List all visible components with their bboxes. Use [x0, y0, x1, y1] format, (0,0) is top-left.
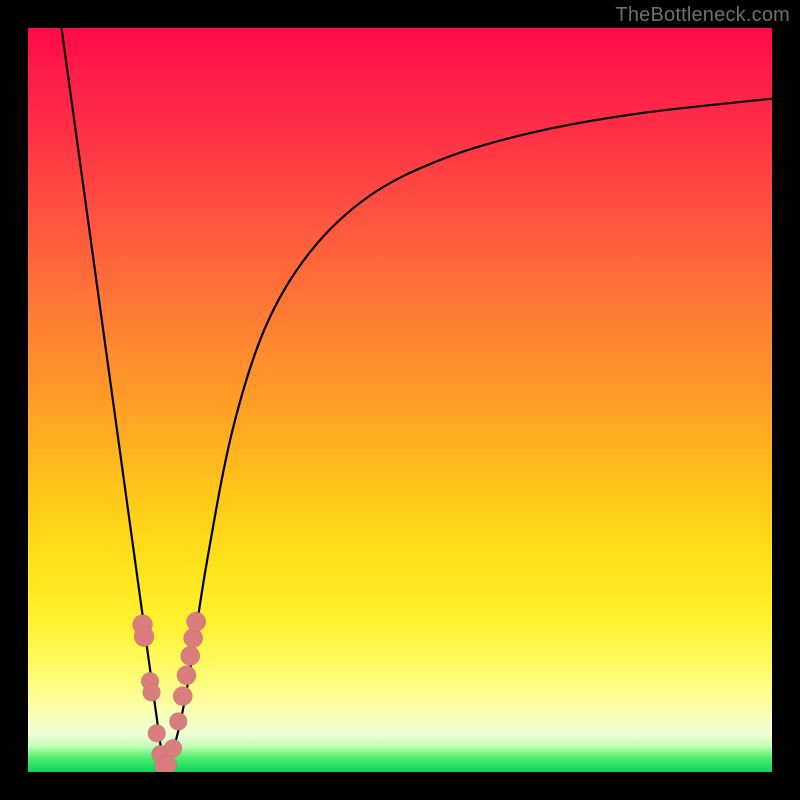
overlay-svg	[28, 28, 772, 772]
bottleneck-curve	[61, 28, 772, 766]
data-marker	[159, 756, 177, 772]
data-marker	[181, 646, 200, 665]
data-marker	[177, 666, 196, 685]
markers-group	[133, 612, 206, 772]
data-marker	[143, 683, 161, 701]
data-marker	[134, 627, 154, 647]
data-marker	[183, 628, 202, 647]
data-marker	[186, 612, 205, 631]
chart-frame: TheBottleneck.com	[0, 0, 800, 800]
data-marker	[164, 739, 182, 757]
data-marker	[173, 686, 192, 705]
data-marker	[148, 724, 166, 742]
watermark-text: TheBottleneck.com	[615, 4, 790, 27]
plot-area	[28, 28, 772, 772]
data-marker	[169, 712, 187, 730]
